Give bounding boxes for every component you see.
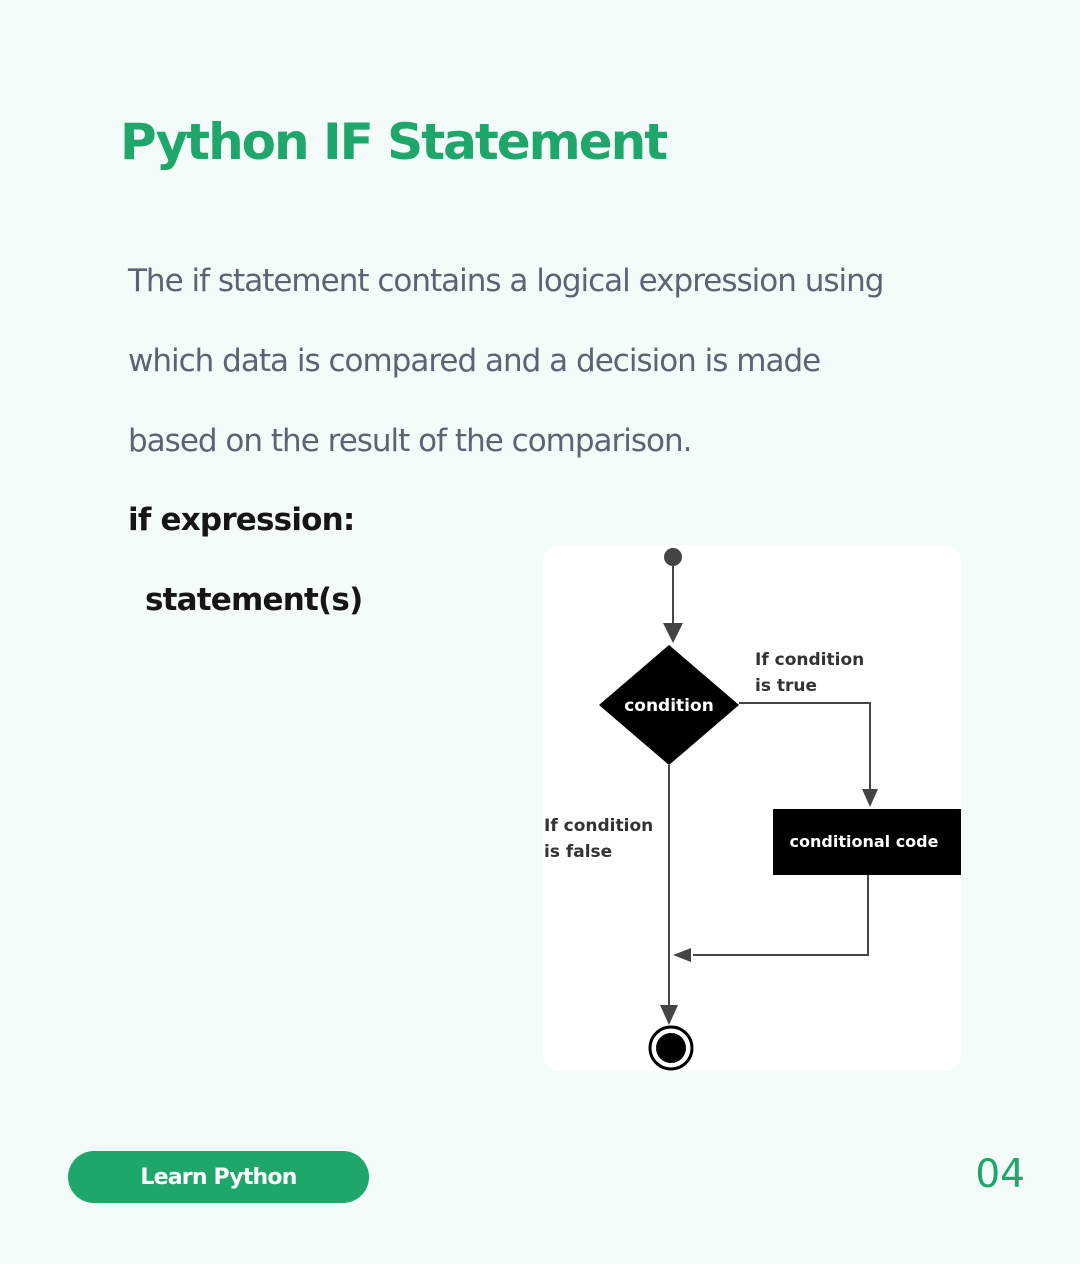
false-branch-label: If condition is false [544,816,659,862]
code-syntax-line-1: if expression: [128,502,355,538]
description-line-3: based on the result of the comparison. [128,423,693,459]
return-line [693,875,869,956]
code-syntax-line-2: statement(s) [145,582,363,618]
arrowhead-to-end [660,1005,678,1025]
flowchart-card: condition If condition is true condition… [543,545,961,1071]
false-label-line-2: is false [544,842,612,862]
description-line-1: The if statement contains a logical expr… [128,263,884,299]
arrowhead-merge [673,948,691,962]
arrowhead-to-process [862,789,878,807]
description-line-2: which data is compared and a decision is… [128,343,821,379]
true-branch-label: If condition is true [755,650,870,696]
false-label-line-1: If condition [544,816,653,836]
learn-python-button[interactable]: Learn Python [68,1151,369,1203]
true-label-line-1: If condition [755,650,864,670]
true-label-line-2: is true [755,676,817,696]
learn-python-label: Learn Python [140,1164,297,1190]
page-title: Python IF Statement [120,113,668,171]
page-number: 04 [975,1152,1025,1197]
end-node [656,1033,686,1063]
process-label: conditional code [790,832,939,851]
decision-label: condition [624,696,714,716]
start-node [664,548,682,566]
arrowhead-to-decision [663,623,683,643]
true-branch-line [739,702,871,790]
if-statement-flowchart: condition If condition is true condition… [544,548,961,1071]
